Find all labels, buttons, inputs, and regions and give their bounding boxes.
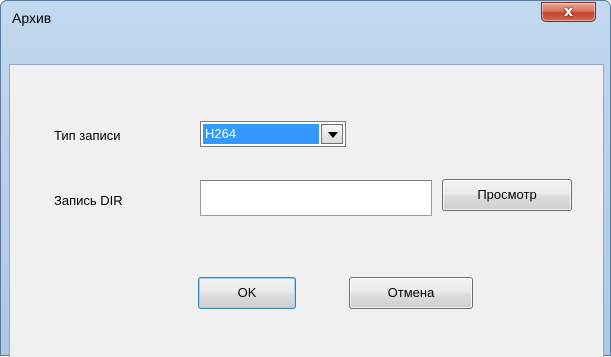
chevron-down-icon[interactable] — [321, 124, 343, 144]
close-button[interactable]: x — [541, 2, 596, 22]
record-type-label: Тип записи — [54, 128, 121, 143]
record-type-value: H264 — [203, 124, 319, 144]
title-bar[interactable]: Архив x — [1, 1, 610, 32]
cancel-button[interactable]: Отмена — [349, 277, 473, 309]
browse-button[interactable]: Просмотр — [442, 179, 572, 211]
close-icon: x — [563, 4, 574, 20]
record-dir-label: Запись DIR — [54, 193, 123, 208]
record-dir-input[interactable] — [200, 180, 432, 216]
window-title: Архив — [12, 10, 52, 26]
dialog-window: Архив x Тип записи H264 Запись DIR Просм… — [0, 0, 611, 357]
dialog-client-area: Тип записи H264 Запись DIR Просмотр OK О… — [9, 64, 604, 357]
ok-button[interactable]: OK — [198, 277, 296, 309]
record-type-select[interactable]: H264 — [200, 121, 346, 147]
